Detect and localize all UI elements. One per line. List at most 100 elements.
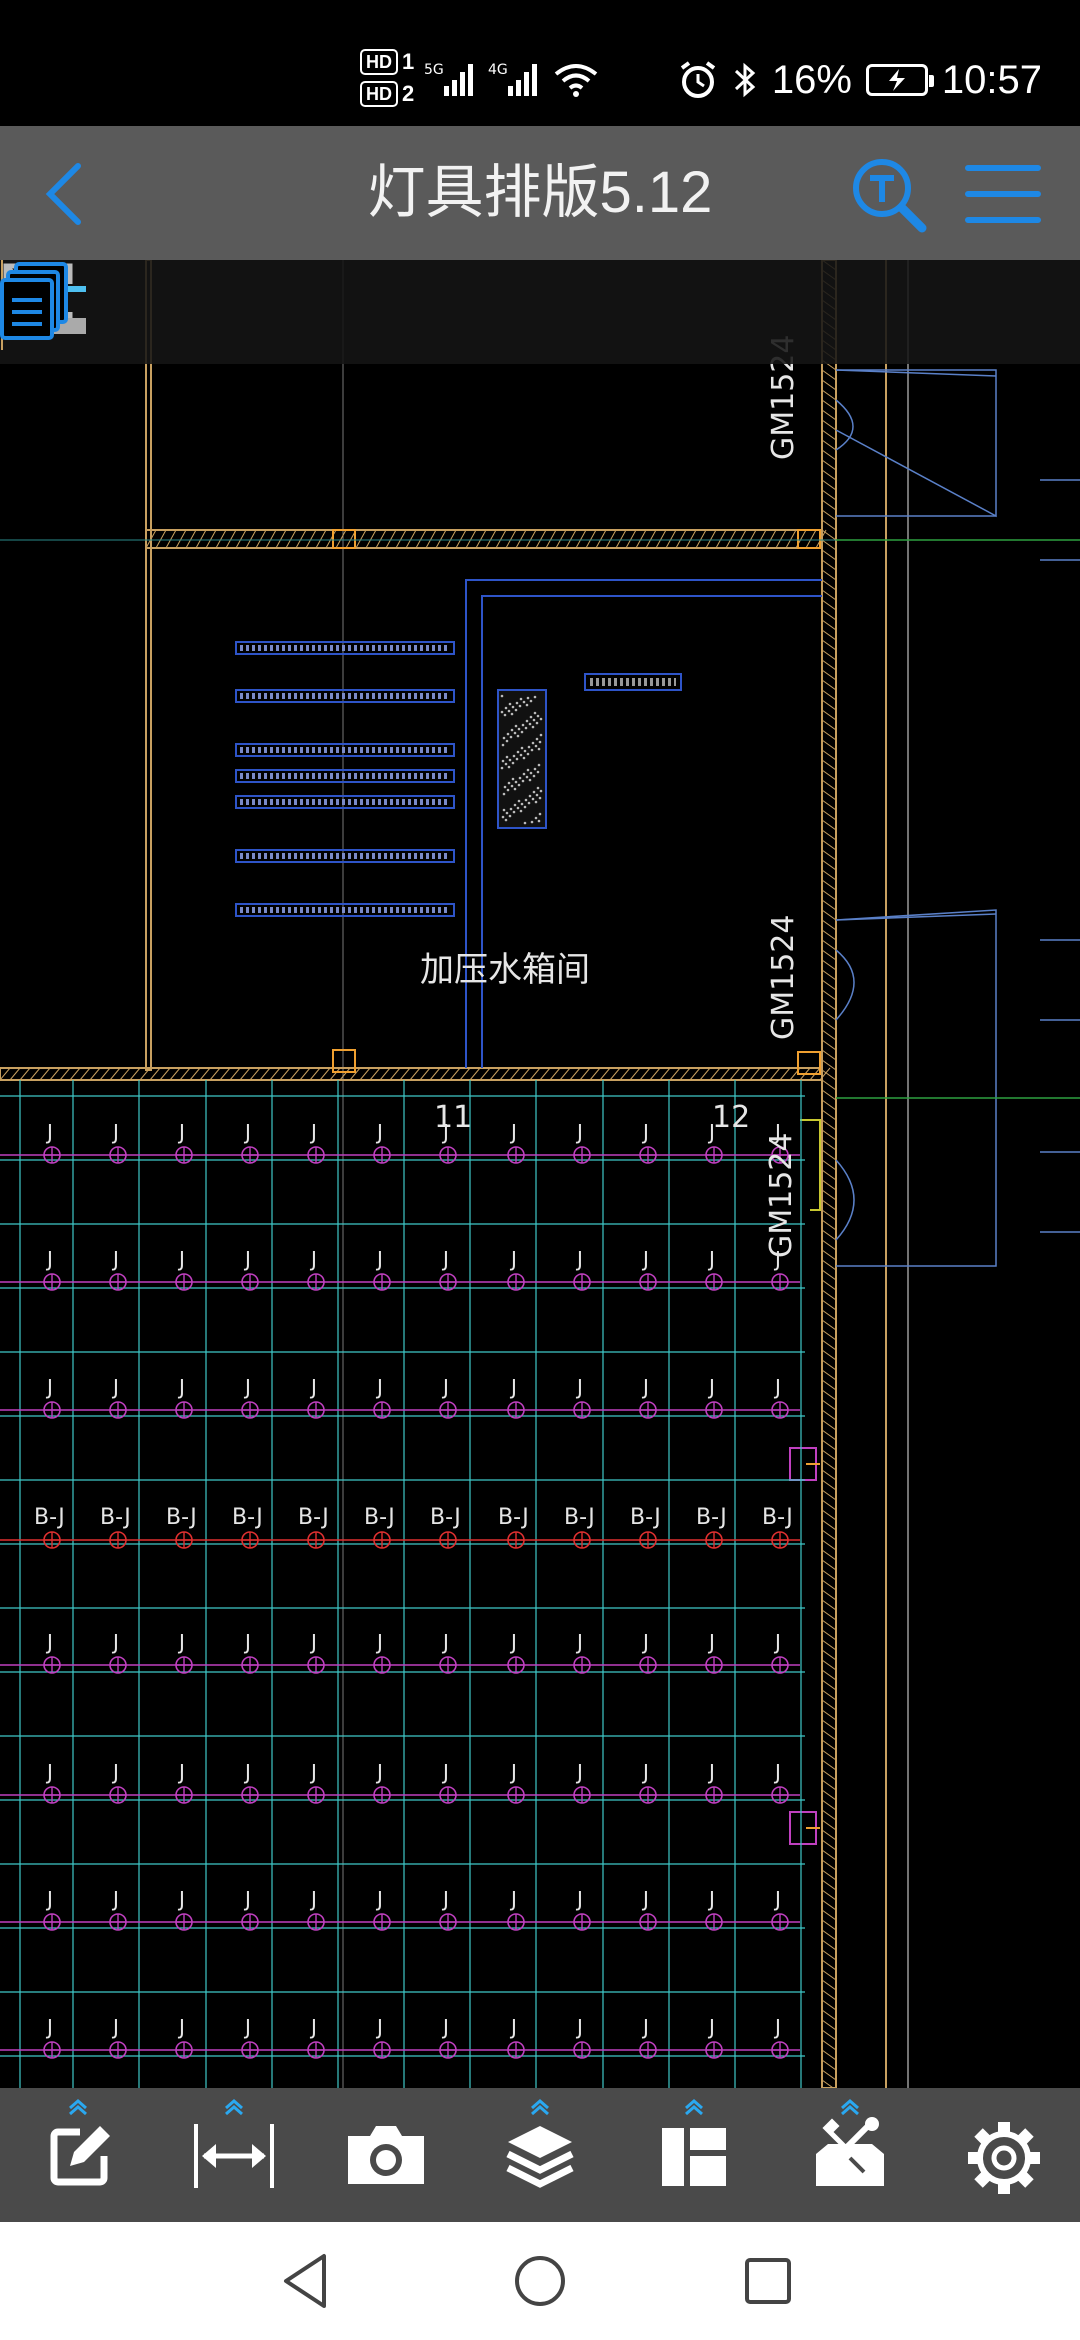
fixture-label: J: [309, 1887, 317, 1911]
fixture-label: J: [309, 1630, 317, 1654]
edit-icon: [50, 2099, 110, 2186]
fixture-label: J: [375, 1630, 383, 1654]
fixture-label: J: [45, 1120, 53, 1144]
fixture-label: J: [177, 1630, 185, 1654]
battery-charging-icon: [865, 64, 934, 96]
text-search-icon[interactable]: [848, 154, 930, 236]
fixture-label: B-J: [364, 1505, 395, 1530]
fixture-label: J: [243, 2015, 251, 2039]
fixture-label: J: [441, 1887, 449, 1911]
fixture-label: J: [441, 1760, 449, 1784]
fixture-label: B-J: [564, 1505, 595, 1530]
fixture-label: J: [45, 1760, 53, 1784]
camera-icon: [348, 2126, 424, 2184]
fixture-label: J: [509, 1630, 517, 1654]
menu-icon[interactable]: [962, 156, 1044, 232]
fixture-label: J: [177, 1120, 185, 1144]
wifi-icon: [554, 64, 598, 97]
fixture-label: J: [243, 1630, 251, 1654]
fixture-label: J: [641, 1375, 649, 1399]
edit-button[interactable]: [18, 2088, 138, 2222]
fixture-label: J: [243, 1120, 251, 1144]
fixture-label: J: [375, 1120, 383, 1144]
wall-left-upper: [145, 260, 152, 1071]
fixture-label: J: [309, 1247, 317, 1271]
layouts-icon[interactable]: [0, 260, 72, 340]
door-label-3: GM1524: [764, 1132, 799, 1258]
fixture-label: J: [309, 1120, 317, 1144]
nav-recents-icon[interactable]: [733, 2246, 803, 2316]
fixture-label: J: [707, 1247, 715, 1271]
fixture-label: J: [45, 1375, 53, 1399]
fixture-label: J: [641, 1760, 649, 1784]
signal-5g-icon: 5G: [424, 62, 473, 96]
fixture-label: B-J: [232, 1505, 263, 1530]
layers-button[interactable]: [480, 2088, 600, 2222]
fixture-label: J: [707, 1760, 715, 1784]
fixture-label: J: [243, 1375, 251, 1399]
layout-button[interactable]: [634, 2088, 754, 2222]
fixture-label: B-J: [762, 1505, 793, 1530]
nav-home-icon[interactable]: [505, 2246, 575, 2316]
fixture-label: J: [45, 2015, 53, 2039]
hd2-number: 2: [402, 81, 415, 106]
fixture-label: J: [441, 2015, 449, 2039]
fixture-label: J: [177, 1760, 185, 1784]
system-navigation-bar: [0, 2222, 1080, 2340]
fixture-label: J: [441, 1630, 449, 1654]
net2-label: 4G: [488, 62, 508, 78]
fixture-label: J: [111, 1887, 119, 1911]
fixture-label: J: [707, 1375, 715, 1399]
fixture-label: J: [575, 1887, 583, 1911]
bluetooth-icon: [734, 62, 756, 98]
fixture-label: J: [243, 1247, 251, 1271]
bottom-toolbar: [0, 2088, 1080, 2222]
hd1-number: 1: [402, 49, 415, 74]
lighting-grid: [0, 1080, 805, 2088]
tools-button[interactable]: [790, 2088, 910, 2222]
fixture-label: J: [773, 1887, 781, 1911]
fixture-label: B-J: [166, 1505, 197, 1530]
status-bar: HD 1 HD 2 5G 4G 16% 10:57: [0, 0, 1080, 126]
layout-icon: [662, 2099, 726, 2186]
fixture-label: J: [707, 2015, 715, 2039]
fixture-label: J: [773, 1760, 781, 1784]
measure-button[interactable]: [174, 2088, 294, 2222]
gear-icon: [968, 2122, 1040, 2194]
door-label-2: GM1524: [766, 914, 801, 1040]
fixture-label: J: [375, 1375, 383, 1399]
hd2-badge: HD: [360, 81, 398, 107]
fixture-label: J: [309, 1760, 317, 1784]
fixture-label: B-J: [100, 1505, 131, 1530]
sim-indicators: HD 1 HD 2: [360, 48, 414, 108]
fixture-label: J: [575, 1247, 583, 1271]
cad-drawing-canvas[interactable]: J J J J J J J J J J J J J J J J J J J J J J J J J J J J J J J J J J J J B-J B…: [0, 260, 1080, 2088]
fixture-label: J: [575, 2015, 583, 2039]
fixture-label: J: [441, 1247, 449, 1271]
fixture-label: J: [641, 1630, 649, 1654]
fixture-label: J: [177, 1375, 185, 1399]
nav-back-icon[interactable]: [272, 2246, 342, 2316]
fixture-label: J: [309, 2015, 317, 2039]
fixture-label: J: [641, 1120, 649, 1144]
fixture-label: J: [111, 2015, 119, 2039]
settings-button[interactable]: [944, 2088, 1064, 2222]
door-swing-2: [835, 909, 997, 1267]
battery-percent: 16%: [771, 57, 852, 102]
fixture-label: J: [641, 1247, 649, 1271]
fixture-label: B-J: [298, 1505, 329, 1530]
fixture-label: J: [509, 1120, 517, 1144]
fixture-label: J: [45, 1887, 53, 1911]
fixture-label: J: [575, 1120, 583, 1144]
light-fixtures: J J J J J J J J J J J J J J J J J J J J J J J J J J J J J J J J J J J J B-J B…: [0, 1120, 800, 2059]
status-right: 16% 10:57: [678, 50, 1042, 110]
hd1-badge: HD: [360, 49, 398, 75]
fixture-label: J: [773, 1375, 781, 1399]
fixture-label: J: [707, 1630, 715, 1654]
fixture-label: J: [375, 1760, 383, 1784]
screenshot-button[interactable]: [326, 2088, 446, 2222]
fixture-label: J: [177, 2015, 185, 2039]
fixture-label: J: [575, 1760, 583, 1784]
measure-icon: [194, 2099, 274, 2188]
fixture-label: J: [111, 1630, 119, 1654]
